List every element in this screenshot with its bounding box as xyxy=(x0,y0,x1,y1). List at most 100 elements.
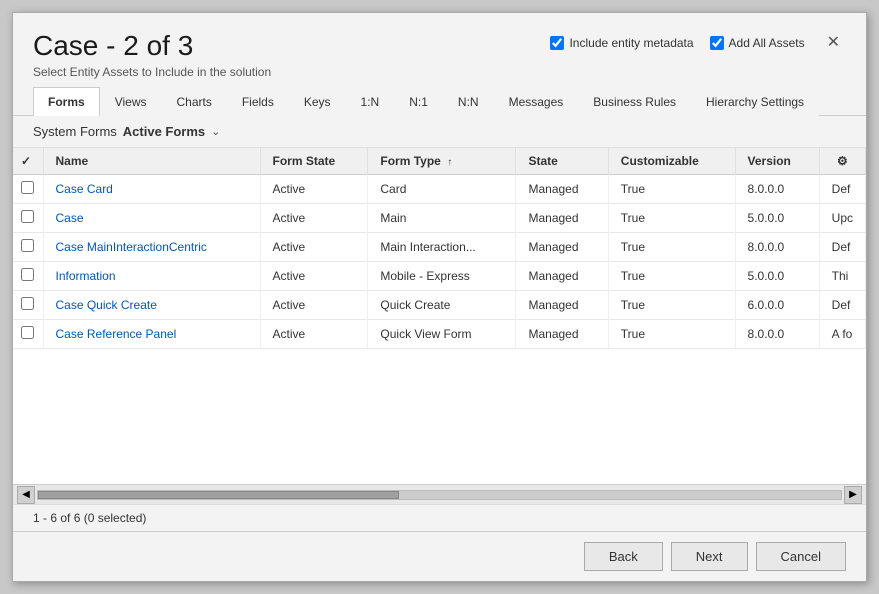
row-extra: Def xyxy=(819,232,865,261)
tab-fields[interactable]: Fields xyxy=(227,87,289,116)
row-checkbox[interactable] xyxy=(13,261,43,290)
horizontal-scrollbar[interactable]: ◀ ▶ xyxy=(13,484,866,504)
col-state[interactable]: State xyxy=(516,148,608,175)
tab-n1[interactable]: N:1 xyxy=(394,87,443,116)
row-version: 8.0.0.0 xyxy=(735,319,819,348)
row-form-state: Active xyxy=(260,232,368,261)
row-form-type: Quick View Form xyxy=(368,319,516,348)
row-state: Managed xyxy=(516,319,608,348)
col-check[interactable]: ✓ xyxy=(13,148,43,175)
row-name[interactable]: Case Quick Create xyxy=(43,290,260,319)
close-button[interactable]: ✕ xyxy=(821,33,846,53)
header-right: Include entity metadata Add All Assets ✕ xyxy=(550,33,846,53)
tab-1n[interactable]: 1:N xyxy=(346,87,395,116)
tab-views[interactable]: Views xyxy=(100,87,162,116)
row-state: Managed xyxy=(516,232,608,261)
row-form-type: Main Interaction... xyxy=(368,232,516,261)
col-settings[interactable]: ⚙ xyxy=(819,148,865,175)
row-extra: Def xyxy=(819,290,865,319)
row-name[interactable]: Case MainInteractionCentric xyxy=(43,232,260,261)
scroll-track[interactable] xyxy=(37,490,842,500)
add-all-assets-option[interactable]: Add All Assets xyxy=(710,36,805,50)
status-text: 1 - 6 of 6 (0 selected) xyxy=(33,511,146,525)
tab-hierarchy-settings[interactable]: Hierarchy Settings xyxy=(691,87,819,116)
row-name[interactable]: Case xyxy=(43,203,260,232)
row-form-state: Active xyxy=(260,174,368,203)
row-extra: Upc xyxy=(819,203,865,232)
row-checkbox[interactable] xyxy=(13,290,43,319)
tab-keys[interactable]: Keys xyxy=(289,87,346,116)
footer: Back Next Cancel xyxy=(13,531,866,581)
section-header: System Forms Active Forms ⌄ xyxy=(13,116,866,148)
row-customizable: True xyxy=(608,290,735,319)
tab-nn[interactable]: N:N xyxy=(443,87,494,116)
row-version: 8.0.0.0 xyxy=(735,174,819,203)
table-row: Case Reference PanelActiveQuick View For… xyxy=(13,319,866,348)
status-bar: 1 - 6 of 6 (0 selected) xyxy=(13,504,866,531)
row-form-state: Active xyxy=(260,261,368,290)
row-checkbox[interactable] xyxy=(13,319,43,348)
main-dialog: Case - 2 of 3 Select Entity Assets to In… xyxy=(12,12,867,582)
row-version: 5.0.0.0 xyxy=(735,203,819,232)
active-forms-label: Active Forms xyxy=(123,124,205,139)
include-metadata-option[interactable]: Include entity metadata xyxy=(550,36,693,50)
add-all-assets-checkbox[interactable] xyxy=(710,36,724,50)
row-extra: Thi xyxy=(819,261,865,290)
row-form-type: Main xyxy=(368,203,516,232)
row-form-type: Quick Create xyxy=(368,290,516,319)
row-name[interactable]: Case Card xyxy=(43,174,260,203)
dropdown-arrow-icon[interactable]: ⌄ xyxy=(211,125,220,138)
tab-charts[interactable]: Charts xyxy=(161,87,226,116)
back-button[interactable]: Back xyxy=(584,542,663,571)
row-state: Managed xyxy=(516,290,608,319)
table-row: Case CardActiveCardManagedTrue8.0.0.0Def xyxy=(13,174,866,203)
table-container: ✓ Name Form State Form Type ↑ State Cust… xyxy=(13,148,866,484)
include-metadata-label: Include entity metadata xyxy=(569,36,693,50)
row-checkbox[interactable] xyxy=(13,174,43,203)
include-metadata-checkbox[interactable] xyxy=(550,36,564,50)
row-form-type: Card xyxy=(368,174,516,203)
forms-table: ✓ Name Form State Form Type ↑ State Cust… xyxy=(13,148,866,349)
row-state: Managed xyxy=(516,203,608,232)
dialog-header: Case - 2 of 3 Select Entity Assets to In… xyxy=(13,13,866,87)
row-extra: Def xyxy=(819,174,865,203)
system-forms-label: System Forms xyxy=(33,124,117,139)
row-form-state: Active xyxy=(260,203,368,232)
row-state: Managed xyxy=(516,261,608,290)
next-button[interactable]: Next xyxy=(671,542,748,571)
scroll-thumb[interactable] xyxy=(38,491,399,499)
table-row: InformationActiveMobile - ExpressManaged… xyxy=(13,261,866,290)
tab-messages[interactable]: Messages xyxy=(494,87,579,116)
scroll-right-button[interactable]: ▶ xyxy=(844,486,862,504)
row-form-type: Mobile - Express xyxy=(368,261,516,290)
row-version: 5.0.0.0 xyxy=(735,261,819,290)
row-customizable: True xyxy=(608,203,735,232)
row-name[interactable]: Case Reference Panel xyxy=(43,319,260,348)
row-form-state: Active xyxy=(260,290,368,319)
row-checkbox[interactable] xyxy=(13,232,43,261)
table-header: ✓ Name Form State Form Type ↑ State Cust… xyxy=(13,148,866,175)
sort-icon: ↑ xyxy=(447,157,452,168)
col-version[interactable]: Version xyxy=(735,148,819,175)
cancel-button[interactable]: Cancel xyxy=(756,542,846,571)
col-name[interactable]: Name xyxy=(43,148,260,175)
header-left: Case - 2 of 3 Select Entity Assets to In… xyxy=(33,29,271,79)
col-form-state[interactable]: Form State xyxy=(260,148,368,175)
table-row: CaseActiveMainManagedTrue5.0.0.0Upc xyxy=(13,203,866,232)
table-body: Case CardActiveCardManagedTrue8.0.0.0Def… xyxy=(13,174,866,348)
row-customizable: True xyxy=(608,319,735,348)
row-state: Managed xyxy=(516,174,608,203)
add-all-assets-label: Add All Assets xyxy=(729,36,805,50)
row-name[interactable]: Information xyxy=(43,261,260,290)
col-customizable[interactable]: Customizable xyxy=(608,148,735,175)
table-row: Case MainInteractionCentricActiveMain In… xyxy=(13,232,866,261)
tab-forms[interactable]: Forms xyxy=(33,87,100,116)
row-checkbox[interactable] xyxy=(13,203,43,232)
row-customizable: True xyxy=(608,232,735,261)
col-form-type[interactable]: Form Type ↑ xyxy=(368,148,516,175)
dialog-subtitle: Select Entity Assets to Include in the s… xyxy=(33,65,271,79)
row-extra: A fo xyxy=(819,319,865,348)
row-version: 8.0.0.0 xyxy=(735,232,819,261)
scroll-left-button[interactable]: ◀ xyxy=(17,486,35,504)
tab-business-rules[interactable]: Business Rules xyxy=(578,87,691,116)
